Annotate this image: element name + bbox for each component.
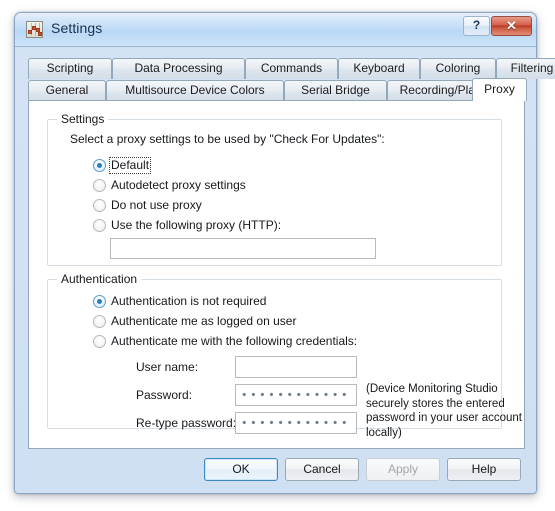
tab-strip: Scripting Data Processing Commands Keybo… xyxy=(28,58,555,102)
password-label: Password: xyxy=(136,388,193,402)
radio-indicator xyxy=(93,199,106,212)
settings-window: Settings ? ✕ Scripting Data Processing C… xyxy=(14,12,555,494)
tab-keyboard[interactable]: Keyboard xyxy=(338,58,420,79)
authentication-groupbox: Authentication Authentication is not req… xyxy=(47,272,522,439)
tab-data-processing[interactable]: Data Processing xyxy=(112,58,245,79)
radio-indicator xyxy=(93,179,106,192)
tab-scripting[interactable]: Scripting xyxy=(28,58,112,79)
retype-password-masked-value: •••••••••••• xyxy=(241,416,351,430)
question-mark-icon: ? xyxy=(472,18,481,32)
apply-button: Apply xyxy=(366,458,440,481)
radio-label: Authenticate me as logged on user xyxy=(111,314,297,328)
radio-indicator xyxy=(93,335,106,348)
close-icon: ✕ xyxy=(506,18,517,33)
settings-groupbox: Settings Select a proxy settings to be u… xyxy=(47,112,502,266)
tab-filtering[interactable]: Filtering xyxy=(496,58,555,79)
tab-proxy[interactable]: Proxy xyxy=(472,78,527,101)
settings-dialog-screen: Settings ? ✕ Scripting Data Processing C… xyxy=(0,0,555,511)
window-titlebar: Settings ? ✕ xyxy=(15,13,536,47)
close-button[interactable]: ✕ xyxy=(491,16,532,36)
radio-indicator xyxy=(93,295,106,308)
password-input[interactable]: •••••••••••• xyxy=(235,384,357,406)
username-label: User name: xyxy=(136,360,199,374)
tab-commands[interactable]: Commands xyxy=(245,58,338,79)
window-title: Settings xyxy=(51,20,103,36)
tab-general[interactable]: General xyxy=(28,80,106,102)
radio-label: Autodetect proxy settings xyxy=(111,178,246,192)
help-titlebar-button[interactable]: ? xyxy=(463,16,490,36)
tab-serial-bridge[interactable]: Serial Bridge xyxy=(284,80,387,102)
radio-label: Default xyxy=(108,157,152,174)
radio-indicator xyxy=(93,315,106,328)
radio-label: Authentication is not required xyxy=(111,294,267,308)
proxy-tab-panel: Settings Select a proxy settings to be u… xyxy=(28,100,525,449)
settings-description: Select a proxy settings to be used by "C… xyxy=(70,132,385,146)
radio-indicator xyxy=(93,219,106,232)
authentication-groupbox-legend: Authentication xyxy=(57,272,142,286)
ok-button[interactable]: OK xyxy=(204,458,278,481)
cancel-button[interactable]: Cancel xyxy=(285,458,359,481)
help-button[interactable]: Help xyxy=(447,458,521,481)
tab-coloring[interactable]: Coloring xyxy=(420,58,496,79)
password-masked-value: •••••••••••• xyxy=(241,388,351,402)
retype-password-input[interactable]: •••••••••••• xyxy=(235,412,357,434)
proxy-address-input[interactable] xyxy=(110,238,376,259)
radio-label: Do not use proxy xyxy=(111,198,202,212)
radio-label: Authenticate me with the following crede… xyxy=(111,334,358,348)
retype-password-label: Re-type password: xyxy=(136,416,237,430)
radio-label: Use the following proxy (HTTP): xyxy=(111,218,282,232)
chart-grid-icon xyxy=(26,21,43,38)
settings-groupbox-legend: Settings xyxy=(57,112,109,126)
radio-indicator xyxy=(93,159,106,172)
tab-multisource-device-colors[interactable]: Multisource Device Colors xyxy=(106,80,284,102)
password-storage-note: (Device Monitoring Studio securely store… xyxy=(366,383,522,439)
username-input[interactable] xyxy=(235,356,357,378)
